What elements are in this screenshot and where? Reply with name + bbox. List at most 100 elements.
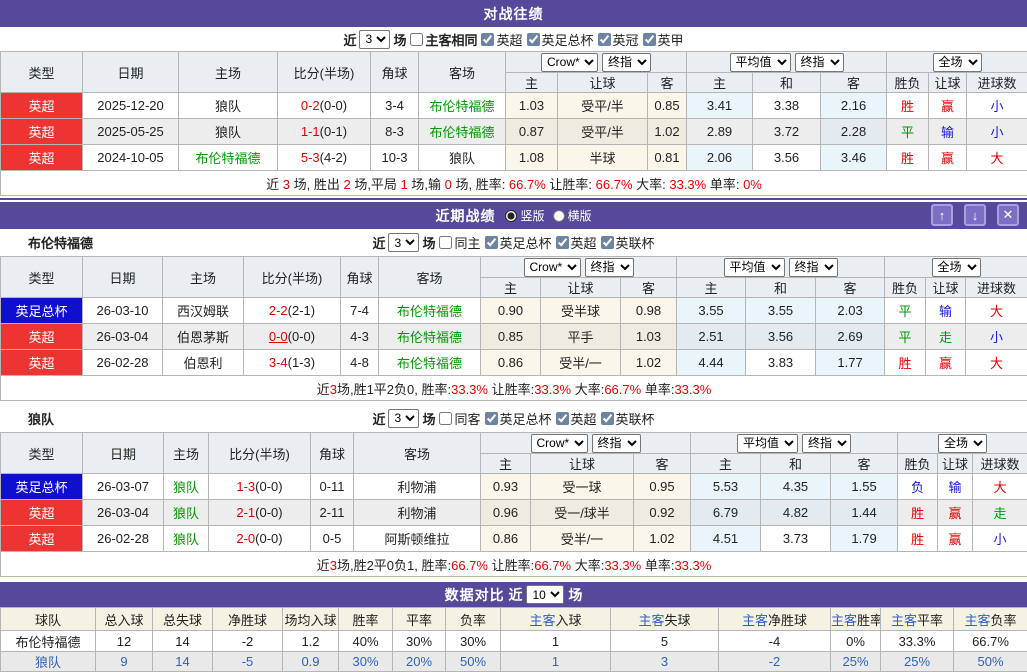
- odds-handicap: 受半/一: [540, 349, 621, 376]
- avg-select[interactable]: 平均值: [737, 433, 799, 453]
- odds-final-select[interactable]: 终指: [584, 257, 634, 277]
- league-checkbox-epl[interactable]: [555, 411, 569, 425]
- col-avg-home: 主: [676, 277, 747, 298]
- avg-draw: 3.56: [745, 323, 817, 350]
- result-wdl: 平: [884, 323, 927, 350]
- corner-cell: 0-11: [310, 473, 354, 500]
- away-team: 布伦特福德: [418, 118, 506, 145]
- scope-select[interactable]: 全场: [931, 257, 981, 277]
- col-result-handicap: 让球: [937, 453, 974, 474]
- odds-handicap: 受平/半: [557, 92, 648, 119]
- avg-away: 1.77: [815, 349, 886, 376]
- avg-away: 2.03: [815, 297, 886, 324]
- league-badge: 英超: [0, 499, 83, 526]
- col-corner: 角球: [310, 432, 354, 474]
- team-name-link[interactable]: 狼队: [0, 651, 96, 672]
- col-avg-draw: 和: [752, 72, 822, 93]
- scroll-up-button[interactable]: ↑: [931, 204, 953, 226]
- col-result-goals: 进球数: [972, 453, 1027, 474]
- same-away-checkbox[interactable]: [439, 411, 453, 425]
- col-odds-handicap: 让球: [557, 72, 648, 93]
- h2h-count-select[interactable]: 3: [359, 29, 391, 49]
- page: 对战往绩 近 3 场 主客相同 英超 英足总杯 英冠 英甲 类型 日期 主场 比…: [0, 0, 1027, 672]
- score-link[interactable]: 0-0(0-0): [243, 323, 341, 350]
- col-home: 主场: [178, 51, 278, 93]
- home-team: 狼队: [178, 92, 278, 119]
- home-team: 狼队: [178, 118, 278, 145]
- compare-count-select[interactable]: 10: [526, 585, 565, 604]
- result-goals: 大: [965, 349, 1027, 376]
- odds-away: 0.98: [619, 297, 678, 324]
- league-checkbox-championship[interactable]: [597, 32, 611, 46]
- result-handicap: 赢: [925, 349, 967, 376]
- scope-select[interactable]: 全场: [938, 433, 988, 453]
- table-row: 英超 26-03-04 伯恩茅斯 0-0(0-0) 4-3 布伦特福德 0.85…: [0, 323, 1027, 350]
- col-avg-home: 主: [686, 72, 754, 93]
- match-date: 26-02-28: [82, 349, 163, 376]
- league-badge: 英超: [0, 323, 83, 350]
- table-row: 英足总杯 26-03-10 西汉姆联 2-2(2-1) 7-4 布伦特福德 0.…: [0, 297, 1027, 324]
- col-avg-away: 客: [820, 72, 888, 93]
- layout-vertical-radio[interactable]: 竖版: [505, 207, 545, 224]
- result-handicap: 输: [937, 473, 974, 500]
- league-badge: 英超: [0, 118, 83, 145]
- avg-home: 2.51: [676, 323, 747, 350]
- odds-source-select[interactable]: Crow*: [523, 257, 581, 277]
- same-venue-checkbox[interactable]: [410, 32, 424, 46]
- league-checkbox-leagueone[interactable]: [642, 32, 656, 46]
- avg-select[interactable]: 平均值: [729, 52, 791, 72]
- odds-away: 0.92: [632, 499, 692, 526]
- scope-select[interactable]: 全场: [932, 52, 982, 72]
- corner-cell: 0-5: [310, 525, 354, 552]
- arrow-up-icon: ↑: [938, 207, 946, 223]
- odds-home: 0.96: [480, 499, 531, 526]
- close-button[interactable]: ✕: [997, 204, 1019, 226]
- odds-final-select[interactable]: 终指: [591, 433, 641, 453]
- col-type: 类型: [0, 432, 83, 474]
- avg-final-select[interactable]: 终指: [802, 433, 852, 453]
- home-team: 狼队: [163, 525, 209, 552]
- odds-source-select[interactable]: Crow*: [530, 433, 588, 453]
- same-home-checkbox[interactable]: [439, 236, 453, 249]
- col-result-handicap: 让球: [928, 72, 968, 93]
- league-badge: 英足总杯: [0, 473, 83, 500]
- away-team: 利物浦: [353, 499, 481, 526]
- avg-final-select[interactable]: 终指: [794, 52, 844, 72]
- brentford-count-select[interactable]: 3: [388, 233, 420, 252]
- result-wdl: 胜: [886, 92, 930, 119]
- wolves-count-select[interactable]: 3: [388, 408, 420, 428]
- league-checkbox-facup[interactable]: [484, 411, 498, 425]
- league-checkbox-epl[interactable]: [555, 236, 569, 249]
- avg-draw: 3.73: [760, 525, 832, 552]
- result-wdl: 平: [886, 118, 930, 145]
- layout-horizontal-radio[interactable]: 横版: [552, 207, 592, 224]
- recent-title: 近期战绩: [435, 207, 496, 224]
- h2h-title: 对战往绩: [483, 5, 544, 22]
- recent-header-bar: 近期战绩 竖版 横版 ↑ ↓ ✕: [0, 202, 1027, 229]
- league-checkbox-facup[interactable]: [526, 32, 540, 46]
- result-goals: 小: [966, 92, 1027, 119]
- result-goals: 大: [966, 144, 1027, 171]
- odds-final-select[interactable]: 终指: [602, 52, 651, 72]
- score-cell: 2-1(0-0): [208, 499, 311, 526]
- scroll-down-button[interactable]: ↓: [964, 204, 986, 226]
- compare-header-row: 球队 总入球 总失球 净胜球 场均入球 胜率 平率 负率 主客入球 主客失球 主…: [0, 607, 1027, 631]
- league-checkbox-eflcup[interactable]: [600, 236, 614, 249]
- league-checkbox-eflcup[interactable]: [600, 411, 614, 425]
- result-wdl: 胜: [897, 499, 939, 526]
- brentford-table: 类型 日期 主场 比分(半场) 角球 客场 Crow* 终指 平均值 终指 全场 主…: [0, 256, 1027, 401]
- near-label: 近: [343, 32, 357, 48]
- table-row: 英超 2025-05-25 狼队 1-1(0-1) 8-3 布伦特福德 0.87…: [0, 118, 1027, 145]
- avg-select[interactable]: 平均值: [723, 257, 785, 277]
- corner-cell: 3-4: [370, 92, 419, 119]
- avg-final-select[interactable]: 终指: [788, 257, 838, 277]
- match-date: 2025-05-25: [82, 118, 179, 145]
- league-checkbox-facup[interactable]: [484, 236, 498, 249]
- odds-away: 1.02: [632, 525, 692, 552]
- col-result-wdl: 胜负: [897, 453, 939, 474]
- odds-source-select[interactable]: Crow*: [541, 52, 598, 72]
- league-checkbox-epl[interactable]: [481, 32, 495, 46]
- corner-cell: 7-4: [340, 297, 379, 324]
- col-odds-handicap: 让球: [530, 453, 634, 474]
- col-home: 主场: [163, 432, 209, 474]
